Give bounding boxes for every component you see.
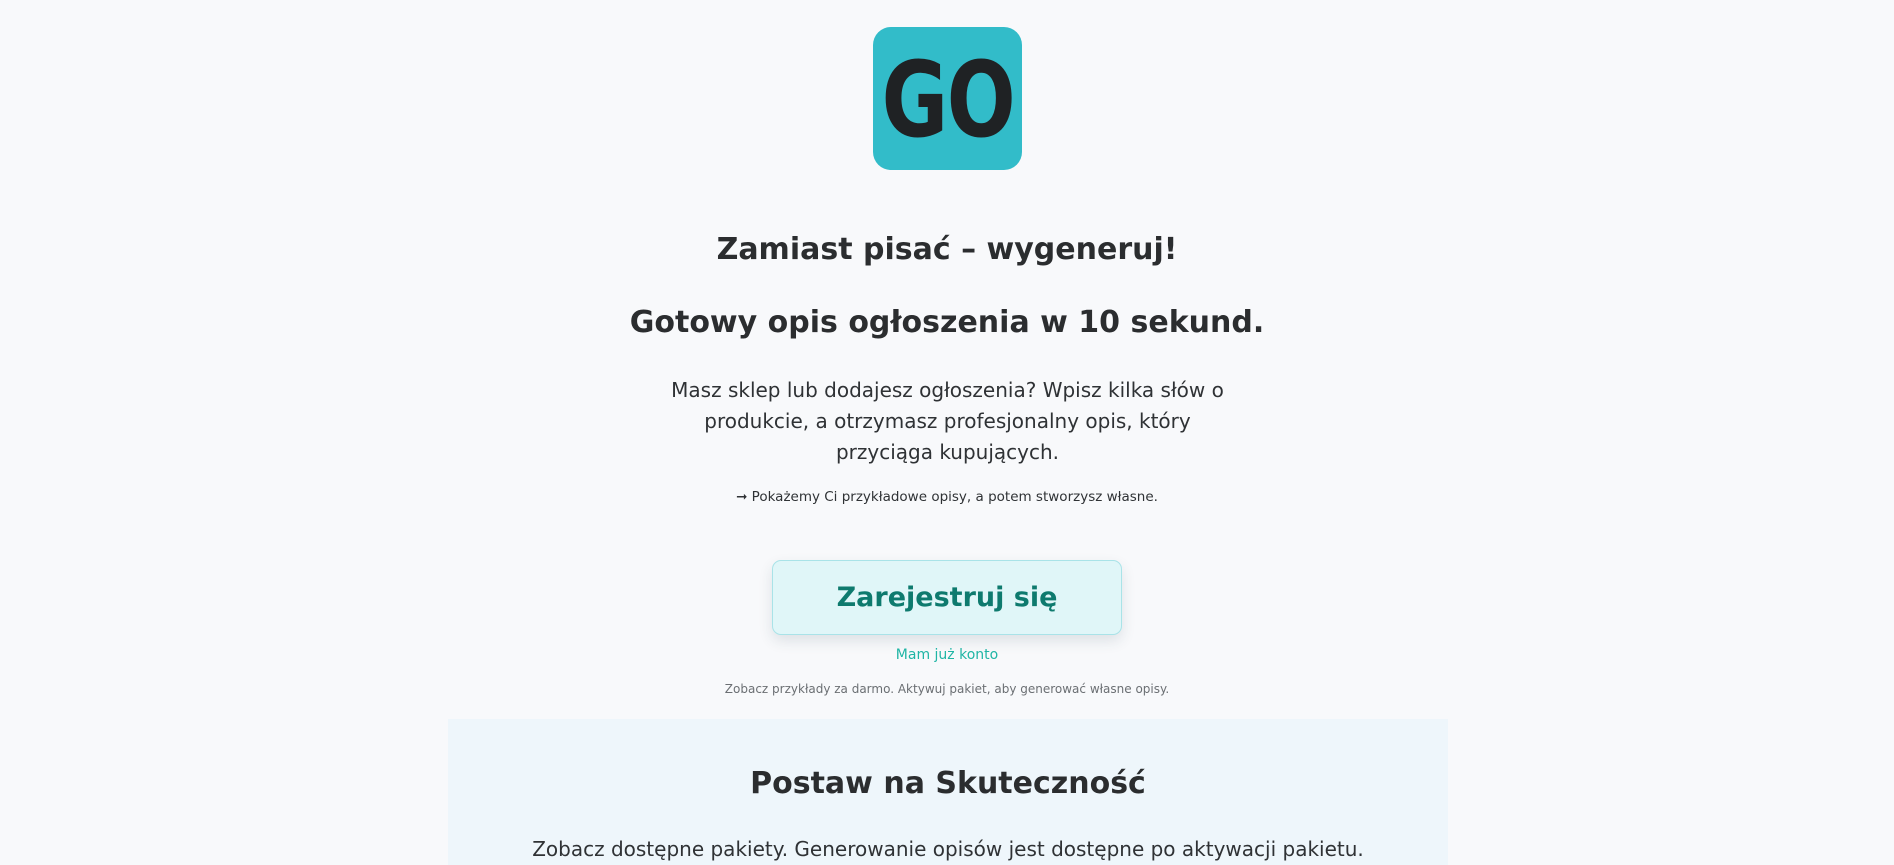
- hero-lead-text: Masz sklep lub dodajesz ogłoszenia? Wpis…: [671, 378, 1224, 464]
- pricing-description: Zobacz dostępne pakiety. Generowanie opi…: [532, 837, 1364, 861]
- pricing-section: Postaw na Skuteczność Zobacz dostępne pa…: [448, 719, 1448, 865]
- landing-page: GO Zamiast pisać – wygeneruj! Gotowy opi…: [0, 0, 1894, 865]
- hero-subheadline: Gotowy opis ogłoszenia w 10 sekund.: [629, 305, 1265, 340]
- pricing-title: Postaw na Skuteczność: [750, 766, 1146, 801]
- hero-headline: Zamiast pisać – wygeneruj!: [716, 232, 1178, 267]
- login-link[interactable]: Mam już konto: [0, 647, 1894, 663]
- free-examples-note: Zobacz przykłady za darmo. Aktywuj pakie…: [724, 682, 1170, 696]
- register-button[interactable]: Zarejestruj się: [772, 560, 1122, 635]
- hero-hint: ➞ Pokażemy Ci przykładowe opisy, a potem…: [736, 489, 1158, 505]
- brand-logo-text: GO: [881, 38, 1015, 161]
- brand-logo: GO: [873, 27, 1022, 170]
